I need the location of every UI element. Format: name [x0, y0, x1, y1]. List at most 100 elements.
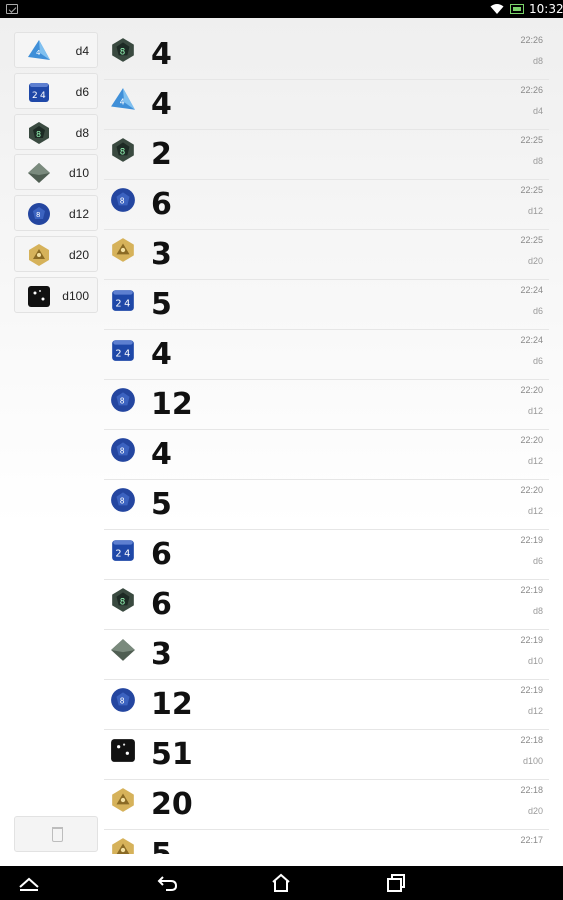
- svg-text:8: 8: [120, 47, 126, 57]
- roll-die-type: d20: [527, 806, 543, 816]
- roll-result: 3: [151, 637, 172, 672]
- roll-history-row: 522:17d20: [104, 830, 549, 854]
- d4-die-icon: 4: [110, 87, 136, 113]
- roll-history-row: 8 6 22:19 d8: [104, 580, 549, 630]
- roll-result: 2: [151, 137, 172, 172]
- d8-die-icon: 8: [110, 37, 136, 63]
- roll-history-row: 2 4 5 22:24 d6: [104, 280, 549, 330]
- roll-time: 22:26: [520, 85, 543, 95]
- d10-die-icon: [110, 637, 136, 663]
- dice-selector: 4 d4 2 4 d6 8 d8 d10 8 d12 d20 d100: [14, 32, 98, 318]
- roll-time: 22:24: [520, 285, 543, 295]
- die-button-d20[interactable]: d20: [14, 235, 98, 272]
- svg-text:8: 8: [120, 196, 125, 205]
- status-clock: 10:32: [529, 2, 563, 16]
- svg-text:4: 4: [40, 91, 46, 101]
- trash-icon: [52, 827, 63, 842]
- roll-result: 4: [151, 37, 172, 72]
- svg-text:2: 2: [115, 299, 121, 310]
- dice-roller-screen: 4 d4 2 4 d6 8 d8 d10 8 d12 d20 d100 8 4 22:26 d8 4 4 22:2…: [0, 18, 563, 866]
- svg-text:8: 8: [36, 130, 41, 139]
- status-bar: 10:32: [0, 0, 563, 18]
- svg-text:2: 2: [32, 91, 38, 101]
- die-button-d12[interactable]: 8 d12: [14, 195, 98, 232]
- die-button-label: d100: [62, 288, 89, 303]
- d8-die-icon: 8: [110, 587, 136, 613]
- svg-text:4: 4: [124, 549, 130, 560]
- roll-time: 22:20: [520, 435, 543, 445]
- roll-time: 22:24: [520, 335, 543, 345]
- roll-result: 20: [151, 787, 193, 822]
- die-button-d4[interactable]: 4 d4: [14, 32, 98, 68]
- roll-time: 22:17: [520, 835, 543, 845]
- roll-result: 3: [151, 237, 172, 272]
- roll-die-type: d8: [532, 606, 543, 616]
- svg-text:8: 8: [120, 147, 126, 157]
- die-button-d100[interactable]: d100: [14, 276, 98, 313]
- roll-history-row: 8 12 22:19 d12: [104, 680, 549, 730]
- svg-text:8: 8: [120, 446, 125, 455]
- wifi-icon: [490, 4, 504, 14]
- d20-die-icon: [110, 837, 136, 854]
- roll-history-row: 4 4 22:26 d4: [104, 80, 549, 130]
- svg-text:4: 4: [124, 299, 130, 310]
- roll-result: 12: [151, 687, 193, 722]
- roll-die-type: d12: [527, 406, 543, 416]
- roll-result: 6: [151, 587, 172, 622]
- roll-die-type: d6: [532, 556, 543, 566]
- home-icon[interactable]: [270, 873, 292, 893]
- die-button-d8[interactable]: 8 d8: [14, 113, 98, 150]
- d10-die-icon: [27, 161, 51, 185]
- svg-text:2: 2: [115, 549, 121, 560]
- roll-time: 22:19: [520, 535, 543, 545]
- die-button-d6[interactable]: 2 4 d6: [14, 72, 98, 109]
- roll-time: 22:19: [520, 585, 543, 595]
- roll-result: 5: [151, 287, 172, 322]
- roll-history-row: 8 2 22:25 d8: [104, 130, 549, 180]
- svg-text:4: 4: [124, 349, 130, 360]
- roll-result: 4: [151, 437, 172, 472]
- roll-history-row: 8 4 22:26 d8: [104, 30, 549, 80]
- d12-die-icon: 8: [27, 202, 51, 226]
- d8-die-icon: 8: [27, 121, 51, 145]
- roll-result: 51: [151, 737, 193, 772]
- d12-die-icon: 8: [110, 187, 136, 213]
- roll-die-type: d20: [527, 256, 543, 266]
- roll-time: 22:25: [520, 235, 543, 245]
- roll-result: 5: [151, 487, 172, 522]
- roll-history-row: 2 4 6 22:19 d6: [104, 530, 549, 580]
- die-button-label: d10: [68, 166, 89, 181]
- roll-history-row: 3 22:25 d20: [104, 230, 549, 280]
- roll-history-list[interactable]: 8 4 22:26 d8 4 4 22:26 d4 8 2 22:25 d8 8 6 22:25 d12 3 22…: [104, 30, 549, 854]
- roll-die-type: d6: [532, 306, 543, 316]
- die-button-label: d4: [75, 44, 89, 58]
- roll-time: 22:19: [520, 685, 543, 695]
- roll-result: 4: [151, 337, 172, 372]
- roll-result: 4: [151, 87, 172, 122]
- roll-die-type: d12: [527, 456, 543, 466]
- roll-die-type: d4: [532, 106, 543, 116]
- d12-die-icon: 8: [110, 687, 136, 713]
- clear-history-button[interactable]: [14, 816, 98, 852]
- navigation-bar: [0, 866, 563, 900]
- battery-icon: [510, 4, 524, 14]
- svg-text:2: 2: [115, 349, 121, 360]
- roll-die-type: d8: [532, 156, 543, 166]
- menu-up-icon[interactable]: [18, 873, 40, 893]
- d6-die-icon: 24: [110, 337, 136, 363]
- d20-die-icon: [110, 237, 136, 263]
- roll-die-type: d12: [527, 206, 543, 216]
- roll-history-row: 8 6 22:25 d12: [104, 180, 549, 230]
- roll-result: 12: [151, 387, 193, 422]
- roll-time: 22:20: [520, 485, 543, 495]
- svg-text:8: 8: [120, 597, 126, 607]
- roll-time: 22:26: [520, 35, 543, 45]
- back-icon[interactable]: [157, 873, 179, 893]
- die-button-d10[interactable]: d10: [14, 154, 98, 191]
- roll-history-row: 3 22:19 d10: [104, 630, 549, 680]
- recent-apps-icon[interactable]: [385, 873, 407, 893]
- roll-time: 22:20: [520, 385, 543, 395]
- roll-time: 22:18: [520, 735, 543, 745]
- svg-text:4: 4: [36, 49, 41, 57]
- d100-die-icon: [110, 737, 136, 763]
